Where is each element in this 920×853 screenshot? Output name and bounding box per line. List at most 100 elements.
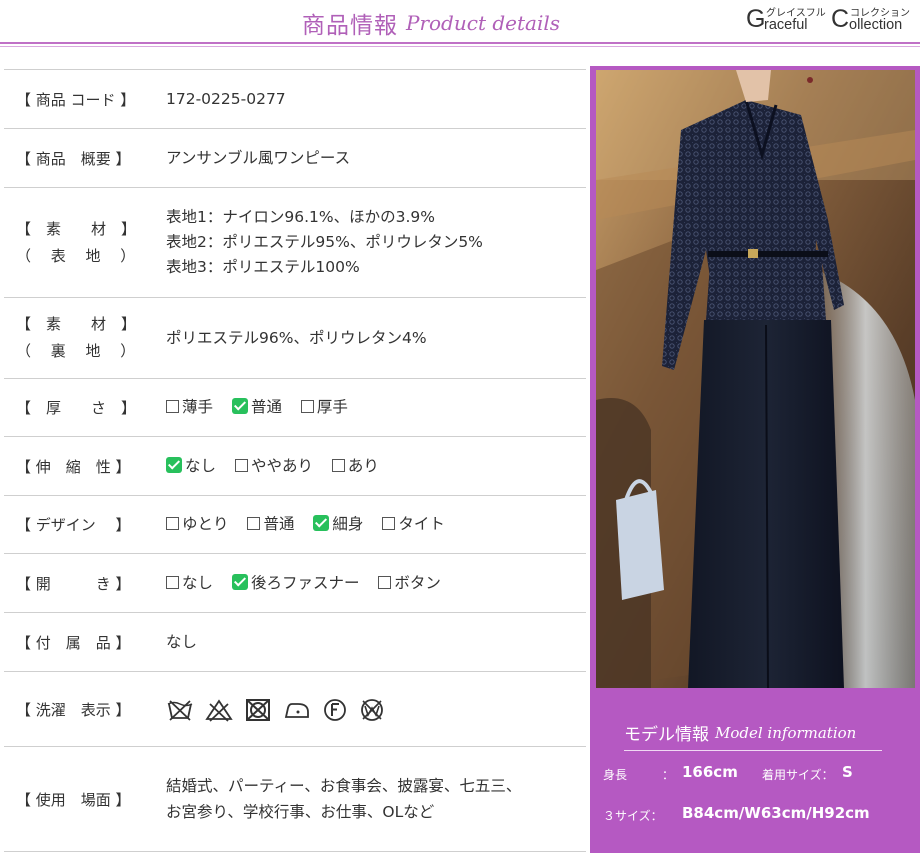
row-product-code: 【 商品 コード 】 172-0225-0277 xyxy=(4,69,586,128)
no-tumble-dry-icon xyxy=(245,699,270,721)
option-item: タイト xyxy=(382,515,445,533)
row-usage: 【 使用 場面 】 結婚式、パーティー、お食事会、披露宴、七五三、 お宮参り、学… xyxy=(4,746,586,852)
spec-table: 【 商品 コード 】 172-0225-0277 【 商品 概要 】 アンサンブ… xyxy=(4,69,586,852)
checkbox-empty-icon xyxy=(378,575,392,589)
row-label: 【 伸 縮 性 】 xyxy=(16,457,131,476)
height-colon: ： xyxy=(662,768,675,782)
row-material-outer: 【 素 材 】 （ 表 地 ） 表地1：ナイロン96.1%、ほかの3.9% 表地… xyxy=(4,187,586,297)
material-line: 表地2：ポリエステル95%、ポリウレタン5% xyxy=(166,233,483,251)
model-title-jp: モデル情報 xyxy=(624,725,709,745)
washing-icons xyxy=(166,695,391,723)
option-label: なし xyxy=(185,456,217,475)
option-item: ゆとり xyxy=(166,515,229,533)
row-label: 【 素 材 】 （ 表 地 ） xyxy=(4,216,166,270)
opening-options: なし 後ろファスナー ボタン xyxy=(166,571,455,596)
row-material-lining: 【 素 材 】 （ 裏 地 ） ポリエステル96%、ポリウレタン4% xyxy=(4,297,586,378)
model-photo xyxy=(596,70,915,688)
usage-line: お宮参り、学校行事、お仕事、OLなど xyxy=(166,803,435,821)
material-line: 表地1：ナイロン96.1%、ほかの3.9% xyxy=(166,208,435,226)
measure-label: ３サイズ： xyxy=(603,809,663,823)
row-label: 【 厚 さ 】 xyxy=(16,399,137,417)
option-label: あり xyxy=(347,456,379,475)
model-title-rule xyxy=(624,750,882,751)
option-item: 普通 xyxy=(247,515,294,533)
checkbox-checked-icon xyxy=(231,398,248,414)
size-label: 着用サイズ： xyxy=(762,768,834,782)
height-label: 身長 xyxy=(603,768,628,782)
model-title-en: Model information xyxy=(715,723,857,742)
no-wash-icon xyxy=(167,700,193,721)
row-washing: 【 洗濯 表示 】 xyxy=(4,671,586,746)
usage-value: 結婚式、パーティー、お食事会、披露宴、七五三、 お宮参り、学校行事、お仕事、OL… xyxy=(166,773,521,825)
checkbox-empty-icon xyxy=(166,400,179,413)
model-photo-illustration xyxy=(596,70,915,688)
no-bleach-icon xyxy=(205,699,233,722)
label-line: 【 素 材 】 xyxy=(16,315,137,333)
option-item: 厚手 xyxy=(300,398,348,416)
section-title: 商品情報 Product details xyxy=(302,6,560,40)
option-label: 薄手 xyxy=(182,398,214,416)
checkbox-empty-icon xyxy=(300,400,314,413)
option-item: 薄手 xyxy=(166,398,213,416)
measure-value: B84cm/W63cm/H92cm xyxy=(682,804,870,822)
option-item: 細身 xyxy=(313,515,363,533)
checkbox-empty-icon xyxy=(247,517,261,530)
option-label: 普通 xyxy=(250,398,282,416)
checkbox-checked-icon xyxy=(166,456,182,473)
label-line: （ 裏 地 ） xyxy=(16,342,136,360)
checkbox-checked-icon xyxy=(313,515,330,531)
row-label: 【 デザイン 】 xyxy=(16,516,131,534)
option-label: 細身 xyxy=(332,515,364,533)
option-item: ややあり xyxy=(234,456,313,475)
material-line: 表地3：ポリエステル100% xyxy=(166,258,360,276)
product-summary-value: アンサンブル風ワンピース xyxy=(166,148,351,167)
option-label: ボタン xyxy=(394,573,441,592)
accessories-value: なし xyxy=(166,632,198,651)
option-label: タイト xyxy=(398,515,445,533)
row-label: 【 商品 コード 】 xyxy=(16,90,136,109)
option-item: 普通 xyxy=(231,398,282,416)
row-label: 【 開 き 】 xyxy=(16,574,131,593)
no-wet-clean-icon xyxy=(360,699,383,721)
row-thickness: 【 厚 さ 】 薄手 普通 厚手 xyxy=(4,378,586,436)
brand-letter-g: G xyxy=(746,5,766,33)
row-label: 【 商品 概要 】 xyxy=(16,149,131,168)
option-label: 後ろファスナー xyxy=(250,573,360,592)
option-item: 後ろファスナー xyxy=(231,573,360,592)
brand-word-left: raceful xyxy=(764,17,808,33)
option-item: なし xyxy=(166,456,217,475)
model-info-title: モデル情報 Model information xyxy=(624,720,857,746)
row-label: 【 使用 場面 】 xyxy=(16,790,131,809)
product-code-value: 172-0225-0277 xyxy=(166,89,286,108)
page-header: 商品情報 Product details G グレイスフル raceful C コ… xyxy=(0,0,920,48)
option-label: 厚手 xyxy=(316,398,348,416)
option-label: 普通 xyxy=(263,515,295,533)
label-line: （ 表 地 ） xyxy=(16,246,136,265)
checkbox-empty-icon xyxy=(166,517,179,530)
model-panel: モデル情報 Model information 身長 ： 166cm 着用サイズ：… xyxy=(590,66,920,853)
design-options: ゆとり 普通 細身 タイト xyxy=(166,512,459,537)
thickness-options: 薄手 普通 厚手 xyxy=(166,395,362,420)
title-jp: 商品情報 xyxy=(302,13,398,39)
label-line: 【 素 材 】 xyxy=(16,219,137,238)
option-label: なし xyxy=(182,573,214,592)
dry-clean-f-icon xyxy=(323,699,346,721)
brand-logo: G グレイスフル raceful C コレクション ollection xyxy=(746,4,920,33)
option-label: ややあり xyxy=(250,456,313,475)
checkbox-checked-icon xyxy=(231,573,248,590)
height-value: 166cm xyxy=(682,763,738,781)
header-rule-thin xyxy=(0,46,920,47)
title-en: Product details xyxy=(406,11,560,35)
checkbox-empty-icon xyxy=(166,575,179,589)
row-design: 【 デザイン 】 ゆとり 普通 細身 タイト xyxy=(4,495,586,553)
material-lining-value: ポリエステル96%、ポリウレタン4% xyxy=(166,328,427,347)
row-label: 【 付 属 品 】 xyxy=(16,633,131,652)
checkbox-empty-icon xyxy=(382,517,396,530)
material-outer-value: 表地1：ナイロン96.1%、ほかの3.9% 表地2：ポリエステル95%、ポリウレ… xyxy=(166,205,483,280)
stretch-options: なし ややあり あり xyxy=(166,454,393,479)
size-value: S xyxy=(842,763,853,781)
header-rule xyxy=(0,42,920,44)
option-item: なし xyxy=(166,574,213,592)
row-product-summary: 【 商品 概要 】 アンサンブル風ワンピース xyxy=(4,128,586,187)
option-item: ボタン xyxy=(378,574,441,592)
